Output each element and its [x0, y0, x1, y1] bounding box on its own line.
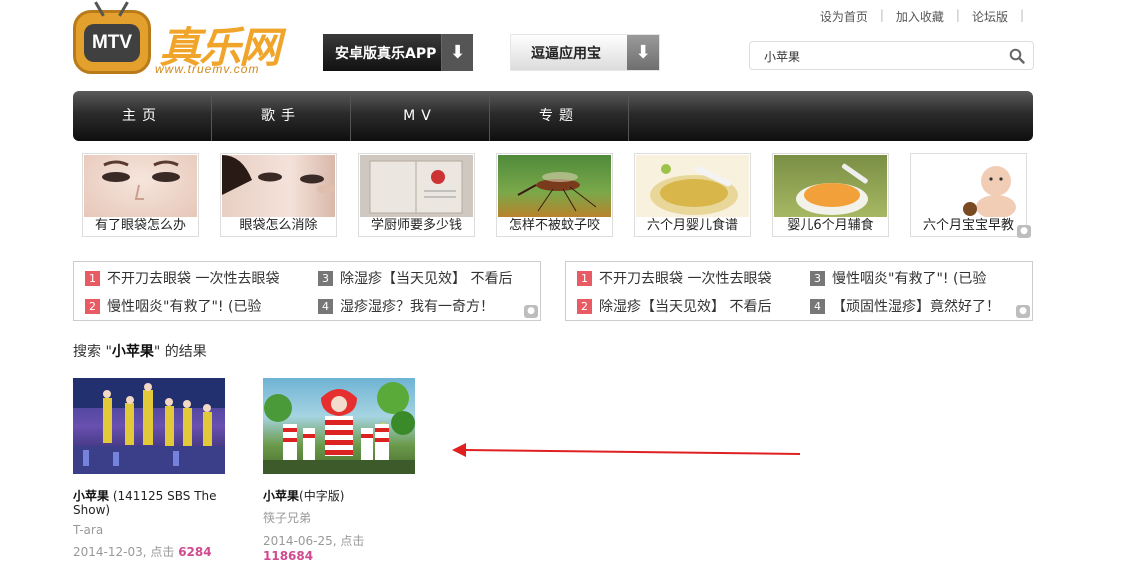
video-title-extra: (中字版)	[299, 489, 345, 503]
android-app-label: 安卓版真乐APP	[335, 45, 437, 62]
ad-caption: 眼袋怎么消除	[239, 218, 318, 233]
hot-item-text: 慢性咽炎"有救了"! (已验	[107, 299, 262, 315]
ad-thumbnails: 有了眼袋怎么办 眼袋怎么消除 学厨师要多少钱 怎样不被蚊子咬 六个月婴儿食谱 婴…	[82, 153, 1027, 237]
top-links: 设为首页 | 加入收藏 | 论坛版 |	[808, 8, 1024, 25]
face-eye-image	[84, 155, 197, 217]
results-prefix: 搜索 "	[73, 344, 112, 360]
certificate-image	[360, 155, 473, 217]
hot-item[interactable]: 3 慢性咽炎"有救了"! (已验	[810, 268, 986, 288]
logo-tv-text: MTV	[84, 24, 140, 62]
rank-badge: 3	[810, 270, 825, 286]
rank-badge: 4	[318, 298, 333, 314]
site-logo[interactable]: MTV 真乐网 www.truemv.com	[73, 1, 298, 78]
set-homepage-link[interactable]: 设为首页	[808, 8, 880, 25]
nav-topics[interactable]: 专题	[490, 91, 629, 141]
hot-item-text: 【顽固性湿疹】竟然好了！	[832, 299, 1000, 315]
video-thumbnail[interactable]	[73, 378, 225, 474]
ad-thumb[interactable]: 学厨师要多少钱	[358, 153, 475, 237]
baby-food-image	[774, 155, 887, 217]
hot-item-text: 慢性咽炎"有救了"! (已验	[832, 271, 987, 287]
ad-thumb[interactable]: 六个月宝宝早教	[910, 153, 1027, 237]
hot-item-text: 湿疹湿疹？我有一奇方！	[340, 299, 494, 315]
main-nav: 主页 歌手 MV 专题	[73, 91, 1033, 141]
hot-item[interactable]: 4 【顽固性湿疹】竟然好了！	[810, 296, 1000, 316]
video-title[interactable]: 小苹果 (141125 SBS The Show)	[73, 489, 225, 517]
video-meta: 2014-12-03, 点击 6284	[73, 543, 225, 560]
video-title[interactable]: 小苹果(中字版)	[263, 489, 415, 503]
baby-food-image	[636, 155, 749, 217]
hot-item[interactable]: 4 湿疹湿疹？我有一奇方！	[318, 296, 494, 316]
rank-badge: 1	[85, 270, 100, 286]
rank-badge: 3	[318, 270, 333, 286]
hot-list-left: 1 不开刀去眼袋 一次性去眼袋 3 除湿疹【当天见效】 不看后 2 慢性咽炎"有…	[73, 261, 541, 321]
download-arrow-icon: ⬇	[627, 35, 659, 70]
search-box	[749, 41, 1034, 70]
video-artist[interactable]: 筷子兄弟	[263, 509, 415, 526]
nav-home[interactable]: 主页	[73, 91, 212, 141]
ad-thumb[interactable]: 婴儿6个月辅食	[772, 153, 889, 237]
hot-list-right: 1 不开刀去眼袋 一次性去眼袋 3 慢性咽炎"有救了"! (已验 2 除湿疹【当…	[565, 261, 1033, 321]
ad-paw-icon[interactable]: ●	[1016, 305, 1030, 318]
rank-badge: 1	[577, 270, 592, 286]
ad-thumb[interactable]: 眼袋怎么消除	[220, 153, 337, 237]
doubi-app-button[interactable]: 逗逼应用宝 ⬇	[510, 34, 660, 71]
add-favorite-link[interactable]: 加入收藏	[884, 8, 956, 25]
ad-paw-icon[interactable]: ●	[1017, 225, 1031, 238]
search-icon[interactable]	[1009, 48, 1025, 64]
search-input[interactable]	[762, 48, 1002, 64]
tv-logo-icon: MTV	[73, 1, 151, 74]
android-app-button[interactable]: 安卓版真乐APP ⬇	[323, 34, 473, 71]
ad-caption: 怎样不被蚊子咬	[508, 218, 600, 233]
video-title-main: 小苹果	[73, 489, 110, 503]
video-meta: 2014-06-25, 点击 118684	[263, 532, 415, 563]
results-query: 小苹果	[111, 344, 154, 360]
hot-item[interactable]: 1 不开刀去眼袋 一次性去眼袋	[85, 268, 279, 288]
hot-item-text: 除湿疹【当天见效】 不看后	[599, 299, 772, 315]
baby-image	[912, 155, 1025, 219]
face-eye-image	[222, 155, 335, 217]
red-arrow-annotation	[452, 443, 801, 457]
video-date: 2014-12-03, 点击	[73, 545, 179, 559]
doubi-app-label: 逗逼应用宝	[531, 45, 601, 62]
ad-thumb[interactable]: 六个月婴儿食谱	[634, 153, 751, 237]
download-arrow-icon: ⬇	[441, 34, 473, 71]
video-date: 2014-06-25, 点击	[263, 534, 365, 548]
results-suffix: " 的结果	[153, 344, 207, 360]
hot-item[interactable]: 2 慢性咽炎"有救了"! (已验	[85, 296, 261, 316]
video-hits: 6284	[178, 545, 212, 559]
forum-link[interactable]: 论坛版	[960, 8, 1020, 25]
video-result-card: 小苹果(中字版) 筷子兄弟 2014-06-25, 点击 118684	[263, 378, 415, 563]
hot-item-text: 不开刀去眼袋 一次性去眼袋	[107, 271, 280, 287]
hot-item-text: 除湿疹【当天见效】 不看后	[340, 271, 513, 287]
hot-item[interactable]: 2 除湿疹【当天见效】 不看后	[577, 296, 771, 316]
nav-singers[interactable]: 歌手	[212, 91, 351, 141]
ad-thumb[interactable]: 有了眼袋怎么办	[82, 153, 199, 237]
video-title-main: 小苹果	[263, 489, 300, 503]
nav-mv[interactable]: MV	[351, 91, 490, 141]
ad-caption: 六个月宝宝早教	[922, 218, 1014, 233]
ad-caption: 学厨师要多少钱	[370, 218, 462, 233]
ad-thumb[interactable]: 怎样不被蚊子咬	[496, 153, 613, 237]
ad-caption: 六个月婴儿食谱	[646, 218, 738, 233]
hot-item[interactable]: 3 除湿疹【当天见效】 不看后	[318, 268, 512, 288]
rank-badge: 2	[85, 298, 100, 314]
video-thumbnail[interactable]	[263, 378, 415, 474]
video-hits: 118684	[263, 549, 314, 563]
ad-paw-icon[interactable]: ●	[524, 305, 538, 318]
search-results-title: 搜索 "小苹果" 的结果	[73, 341, 207, 361]
video-artist[interactable]: T-ara	[73, 523, 225, 537]
rank-badge: 4	[810, 298, 825, 314]
logo-subtitle: www.truemv.com	[155, 62, 260, 76]
ad-caption: 有了眼袋怎么办	[94, 218, 186, 233]
hot-item[interactable]: 1 不开刀去眼袋 一次性去眼袋	[577, 268, 771, 288]
divider: |	[1019, 8, 1024, 22]
rank-badge: 2	[577, 298, 592, 314]
ad-caption: 婴儿6个月辅食	[787, 218, 874, 233]
video-result-card: 小苹果 (141125 SBS The Show) T-ara 2014-12-…	[73, 378, 225, 560]
hot-item-text: 不开刀去眼袋 一次性去眼袋	[599, 271, 772, 287]
mosquito-image	[498, 155, 611, 217]
